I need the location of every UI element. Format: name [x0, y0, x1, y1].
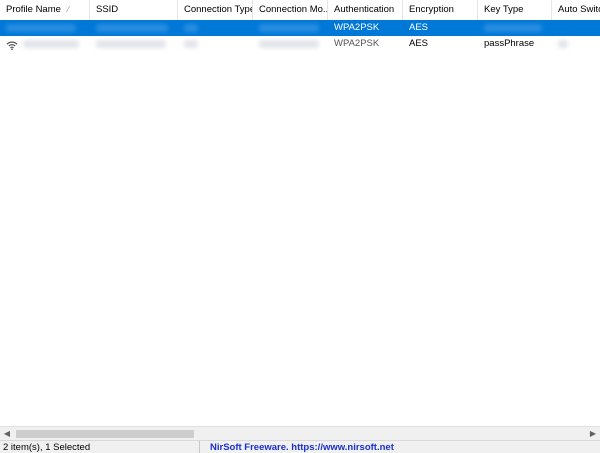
redacted-text: [558, 40, 568, 48]
cell-text: WPA2PSK: [334, 38, 380, 49]
cell-text: AES: [409, 38, 429, 49]
cell-authentication: WPA2PSK: [328, 20, 403, 36]
cell-connection-type: [178, 36, 253, 52]
redacted-text: [6, 24, 76, 32]
horizontal-scrollbar[interactable]: ◀ ▶: [0, 426, 600, 441]
redacted-text: [259, 40, 319, 48]
redacted-text: [184, 24, 198, 32]
column-header-label: Key Type: [484, 4, 524, 15]
cell-encryption: AES: [403, 20, 478, 36]
column-header-ssid[interactable]: SSID: [90, 0, 178, 20]
column-header-label: Encryption: [409, 4, 454, 15]
status-bar: 2 item(s), 1 Selected NirSoft Freeware. …: [0, 440, 600, 453]
column-header-label: Auto Switc: [558, 4, 600, 15]
column-header-label: Connection Type: [184, 4, 253, 15]
column-header-label: Authentication: [334, 4, 395, 15]
cell-profile-name: [0, 36, 90, 52]
wifi-icon: [6, 41, 18, 50]
column-header-profile-name[interactable]: Profile Name ⁄: [0, 0, 90, 20]
column-header-auto-switch[interactable]: Auto Switc: [552, 0, 600, 20]
column-header-label: SSID: [96, 4, 119, 15]
scrollbar-thumb[interactable]: [16, 430, 194, 438]
table-row[interactable]: WPA2PSK AES passPhrase: [0, 36, 600, 52]
column-header-encryption[interactable]: Encryption: [403, 0, 478, 20]
table-row[interactable]: WPA2PSK AES: [0, 20, 600, 36]
column-header-connection-mode[interactable]: Connection Mo...: [253, 0, 328, 20]
list-header: Profile Name ⁄ SSID Connection Type Conn…: [0, 0, 600, 21]
redacted-text: [22, 40, 79, 48]
column-header-label: Profile Name: [6, 4, 61, 15]
redacted-text: [184, 40, 198, 48]
column-header-authentication[interactable]: Authentication: [328, 0, 403, 20]
cell-ssid: [90, 20, 178, 36]
status-item-count: 2 item(s), 1 Selected: [0, 441, 200, 453]
column-header-label: Connection Mo...: [259, 4, 328, 15]
scroll-right-arrow-icon[interactable]: ▶: [586, 427, 600, 441]
cell-profile-name: [0, 20, 90, 36]
redacted-text: [259, 24, 319, 32]
column-header-connection-type[interactable]: Connection Type: [178, 0, 253, 20]
cell-encryption: AES: [403, 36, 478, 52]
cell-ssid: [90, 36, 178, 52]
cell-text: passPhrase: [484, 38, 535, 49]
cell-authentication: WPA2PSK: [328, 36, 403, 52]
cell-text: WPA2PSK: [334, 22, 380, 33]
column-header-key-type[interactable]: Key Type: [478, 0, 552, 20]
cell-connection-mode: [253, 20, 328, 36]
redacted-text: [96, 24, 168, 32]
nirsoft-link[interactable]: NirSoft Freeware. https://www.nirsoft.ne…: [200, 441, 394, 453]
redacted-text: [484, 24, 542, 32]
cell-key-type: [478, 20, 552, 36]
profile-list: WPA2PSK AES WPA2PSK AES passPhrase: [0, 20, 600, 52]
cell-auto-switch: [552, 36, 600, 52]
redacted-text: [96, 40, 166, 48]
sort-ascending-icon: ⁄: [67, 5, 69, 14]
cell-connection-mode: [253, 36, 328, 52]
cell-connection-type: [178, 20, 253, 36]
cell-auto-switch: [552, 20, 600, 36]
cell-text: AES: [409, 22, 429, 33]
scroll-left-arrow-icon[interactable]: ◀: [0, 427, 14, 441]
app-window: Profile Name ⁄ SSID Connection Type Conn…: [0, 0, 600, 453]
cell-key-type: passPhrase: [478, 36, 552, 52]
